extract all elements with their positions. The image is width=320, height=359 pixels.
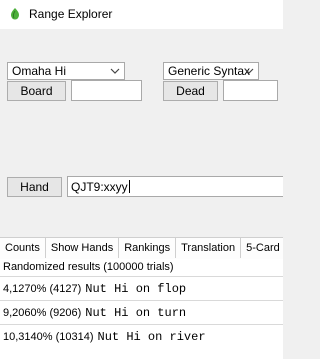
results-panel: Randomized results (100000 trials) 4,127… (0, 259, 283, 359)
tab-5-card[interactable]: 5-Card H (241, 238, 283, 258)
dead-input[interactable] (223, 80, 278, 101)
result-stat: 10,3140% (10314) (3, 330, 94, 343)
results-header: Randomized results (100000 trials) (3, 261, 174, 273)
tab-label: 5-Card H (246, 242, 283, 254)
text-caret (128, 180, 130, 193)
tab-label: Show Hands (50, 242, 114, 254)
syntax-select-value: Generic Syntax (168, 64, 251, 78)
result-label: Nut Hi on river (97, 329, 206, 344)
tab-label: Counts (5, 242, 40, 254)
board-button[interactable]: Board (7, 81, 66, 101)
tab-label: Rankings (124, 242, 171, 254)
result-row: 4,1270% (4127) Nut Hi on flop (0, 276, 283, 300)
syntax-select[interactable]: Generic Syntax (163, 62, 259, 80)
window-title: Range Explorer (29, 7, 113, 21)
result-stat: 9,2060% (9206) (3, 306, 82, 319)
hand-input-value: QJT9:xxyy (71, 179, 128, 194)
tab-counts[interactable]: Counts (0, 238, 46, 258)
result-label: Nut Hi on turn (85, 305, 187, 320)
tab-label: Translation (181, 242, 236, 254)
result-stat: 4,1270% (4127) (3, 282, 82, 295)
board-input[interactable] (71, 80, 142, 101)
dead-button[interactable]: Dead (163, 81, 218, 101)
tab-rankings[interactable]: Rankings (119, 238, 177, 258)
result-label: Nut Hi on flop (85, 281, 187, 296)
dead-button-label: Dead (176, 84, 205, 98)
title-bar: Range Explorer (0, 0, 283, 29)
app-icon (11, 8, 19, 20)
tab-bar: Counts Show Hands Rankings Translation 5… (0, 237, 283, 260)
board-button-label: Board (20, 84, 53, 98)
tab-translation[interactable]: Translation (176, 238, 242, 258)
chevron-down-icon (110, 68, 120, 74)
hand-input[interactable]: QJT9:xxyy (67, 176, 283, 197)
result-row: 10,3140% (10314) Nut Hi on river (0, 324, 283, 348)
game-select[interactable]: Omaha Hi (7, 62, 125, 80)
hand-button-label: Hand (20, 180, 49, 194)
result-row: 9,2060% (9206) Nut Hi on turn (0, 300, 283, 324)
hand-button[interactable]: Hand (7, 177, 62, 197)
game-select-value: Omaha Hi (12, 64, 67, 78)
tab-show-hands[interactable]: Show Hands (46, 238, 120, 258)
chevron-down-icon (244, 68, 254, 74)
